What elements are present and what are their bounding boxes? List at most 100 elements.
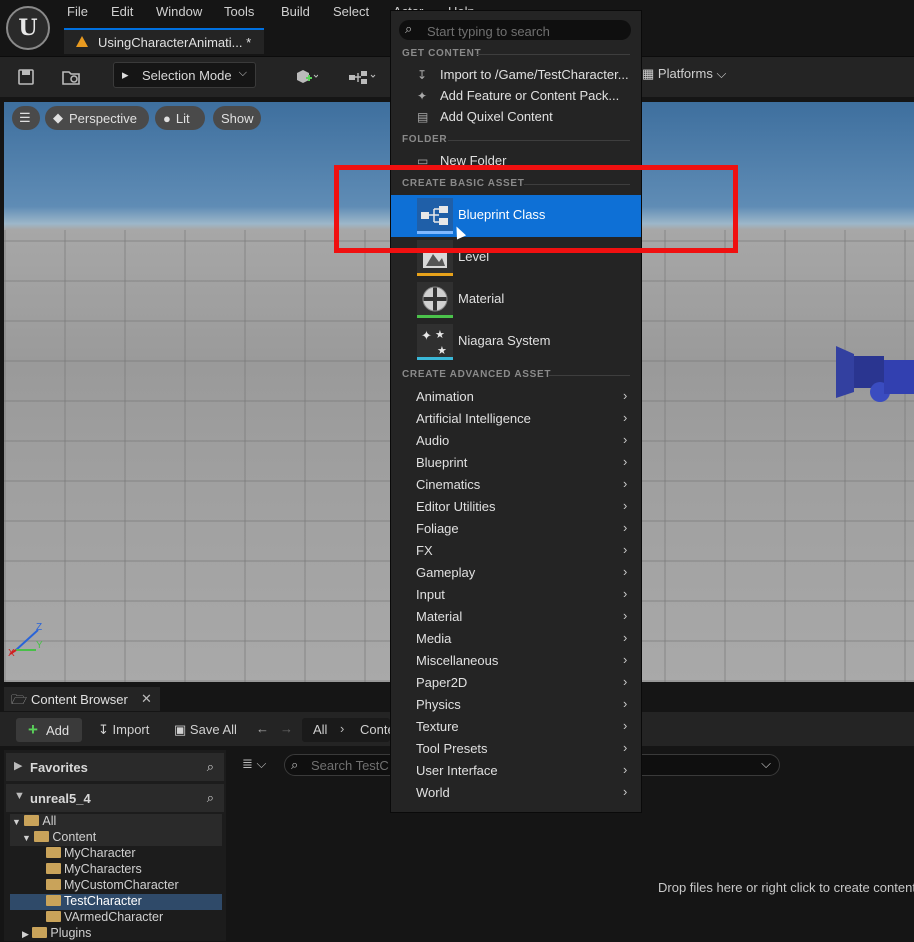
lit-button[interactable]: ● Lit bbox=[155, 106, 205, 130]
menu-category-animation[interactable]: Animation › bbox=[391, 386, 641, 408]
chevron-right-icon: › bbox=[623, 740, 628, 755]
tree-item-content[interactable]: ▼ Content bbox=[22, 830, 96, 846]
menu-build[interactable]: Build bbox=[281, 4, 310, 19]
add-actor-icon[interactable] bbox=[286, 65, 326, 89]
chevron-right-icon: › bbox=[623, 410, 628, 425]
menu-category-label: World bbox=[416, 785, 450, 800]
show-label: Show bbox=[221, 110, 254, 126]
svg-text:✦: ✦ bbox=[421, 329, 432, 344]
menu-item-import[interactable]: ↧ Import to /Game/TestCharacter... bbox=[391, 65, 641, 86]
menu-category-blueprint[interactable]: Blueprint › bbox=[391, 452, 641, 474]
menu-category-gameplay[interactable]: Gameplay › bbox=[391, 562, 641, 584]
menu-category-paper2d[interactable]: Paper2D › bbox=[391, 672, 641, 694]
menu-category-user-interface[interactable]: User Interface › bbox=[391, 760, 641, 782]
menu-category-world[interactable]: World › bbox=[391, 782, 641, 804]
filter-icon[interactable]: ≣ ⌵ bbox=[242, 756, 266, 772]
search-icon[interactable]: ⌕ bbox=[207, 790, 214, 806]
perspective-button[interactable]: ◆ Perspective bbox=[45, 106, 149, 130]
save-icon[interactable] bbox=[14, 65, 38, 89]
tree-item-mycustomcharacter[interactable]: MyCustomCharacter bbox=[46, 878, 179, 894]
perspective-label: Perspective bbox=[69, 110, 137, 126]
menu-item-label: Add Feature or Content Pack... bbox=[440, 88, 620, 103]
search-icon[interactable]: ⌕ bbox=[207, 759, 214, 775]
save-all-button[interactable]: ▣ Save All bbox=[174, 722, 237, 738]
level-document-tab[interactable]: UsingCharacterAnimati... * bbox=[64, 28, 264, 54]
menu-category-label: Texture bbox=[416, 719, 459, 734]
history-forward-icon[interactable]: → bbox=[280, 721, 293, 736]
history-back-icon[interactable]: ← bbox=[256, 721, 269, 736]
content-browser-tab-label: Content Browser bbox=[31, 692, 128, 707]
tree-item-plugins[interactable]: ▶ Plugins bbox=[22, 926, 91, 942]
breadcrumb-all[interactable]: All bbox=[313, 722, 327, 737]
menu-item-label: Add Quixel Content bbox=[440, 109, 553, 124]
tree-item-varmedcharacter[interactable]: VArmedCharacter bbox=[46, 910, 163, 926]
import-button[interactable]: ↧ Import bbox=[98, 722, 149, 738]
menu-file[interactable]: File bbox=[67, 4, 88, 19]
menu-category-audio[interactable]: Audio › bbox=[391, 430, 641, 452]
tree-item-testcharacter[interactable]: TestCharacter bbox=[46, 894, 142, 910]
menu-category-editor-utilities[interactable]: Editor Utilities › bbox=[391, 496, 641, 518]
menu-tools[interactable]: Tools bbox=[224, 4, 254, 19]
svg-text:X: X bbox=[8, 648, 15, 658]
tree-item-label: Content bbox=[52, 830, 97, 844]
platforms-button[interactable]: ▦ Platforms ⌵ bbox=[642, 66, 726, 82]
blueprints-icon[interactable] bbox=[342, 65, 382, 89]
menu-category-label: Paper2D bbox=[416, 675, 468, 690]
show-button[interactable]: Show bbox=[213, 106, 261, 130]
divider bbox=[448, 140, 630, 141]
menu-search-field[interactable] bbox=[425, 21, 629, 41]
content-browser-tab[interactable]: 🗁 Content Browser ✕ bbox=[4, 687, 160, 711]
viewport-menu-button[interactable]: ☰ bbox=[12, 106, 40, 130]
menu-item-niagara-system[interactable]: ✦ ★ ★ Niagara System bbox=[391, 321, 641, 361]
menu-category-input[interactable]: Input › bbox=[391, 584, 641, 606]
camera-actor-icon[interactable] bbox=[836, 340, 914, 408]
menu-category-label: Miscellaneous bbox=[416, 653, 499, 668]
menu-item-add-feature[interactable]: ✦ Add Feature or Content Pack... bbox=[391, 86, 641, 107]
menu-item-material[interactable]: Material bbox=[391, 279, 641, 319]
menu-category-fx[interactable]: FX › bbox=[391, 540, 641, 562]
asset-color-bar bbox=[417, 357, 453, 360]
search-icon: ⌕ bbox=[405, 21, 413, 36]
chevron-down-icon[interactable]: ⌵ bbox=[761, 756, 771, 772]
menu-category-cinematics[interactable]: Cinematics › bbox=[391, 474, 641, 496]
chevron-right-icon: › bbox=[623, 498, 628, 513]
menu-edit[interactable]: Edit bbox=[111, 4, 133, 19]
menu-category-physics[interactable]: Physics › bbox=[391, 694, 641, 716]
menu-category-artificial-intelligence[interactable]: Artificial Intelligence › bbox=[391, 408, 641, 430]
menu-category-media[interactable]: Media › bbox=[391, 628, 641, 650]
chevron-right-icon: › bbox=[623, 630, 628, 645]
tree-item-label: MyCharacters bbox=[64, 862, 142, 876]
menu-category-foliage[interactable]: Foliage › bbox=[391, 518, 641, 540]
menu-search-input[interactable]: ⌕ bbox=[399, 20, 631, 41]
tree-item-mycharacters[interactable]: MyCharacters bbox=[46, 862, 142, 878]
logo-letter: U bbox=[18, 15, 38, 41]
favorites-section[interactable]: ▶ Favorites ⌕ bbox=[6, 753, 224, 781]
chevron-right-icon: › bbox=[623, 586, 628, 601]
add-button[interactable]: + Add bbox=[16, 718, 82, 742]
project-section[interactable]: ▼ unreal5_4 ⌕ bbox=[6, 784, 224, 812]
unreal-logo-icon[interactable]: U bbox=[6, 6, 50, 50]
close-icon[interactable]: ✕ bbox=[141, 691, 152, 707]
document-tab-label: UsingCharacterAnimati... * bbox=[98, 35, 252, 50]
menu-window[interactable]: Window bbox=[156, 4, 202, 19]
tree-item-mycharacter[interactable]: MyCharacter bbox=[46, 846, 136, 862]
save-all-icon: ▣ bbox=[174, 722, 187, 737]
menu-category-miscellaneous[interactable]: Miscellaneous › bbox=[391, 650, 641, 672]
folder-icon bbox=[46, 911, 61, 922]
menu-item-add-quixel[interactable]: ▤ Add Quixel Content bbox=[391, 107, 641, 128]
menu-category-material[interactable]: Material › bbox=[391, 606, 641, 628]
chevron-right-icon: › bbox=[623, 652, 628, 667]
chevron-right-icon: › bbox=[623, 454, 628, 469]
menu-category-label: Blueprint bbox=[416, 455, 468, 470]
level-icon bbox=[76, 36, 88, 47]
lit-sphere-icon: ● bbox=[163, 110, 171, 126]
menu-category-label: Audio bbox=[416, 433, 450, 448]
menu-select[interactable]: Select bbox=[333, 4, 369, 19]
selection-mode-dropdown[interactable]: ▸ Selection Mode ⌵ bbox=[113, 62, 256, 88]
folder-icon bbox=[46, 863, 61, 874]
browse-content-icon[interactable] bbox=[58, 65, 84, 89]
menu-category-tool-presets[interactable]: Tool Presets › bbox=[391, 738, 641, 760]
section-header-advanced: CREATE ADVANCED ASSET bbox=[402, 369, 552, 380]
menu-category-texture[interactable]: Texture › bbox=[391, 716, 641, 738]
tree-item-all[interactable]: ▼ All bbox=[12, 814, 56, 830]
